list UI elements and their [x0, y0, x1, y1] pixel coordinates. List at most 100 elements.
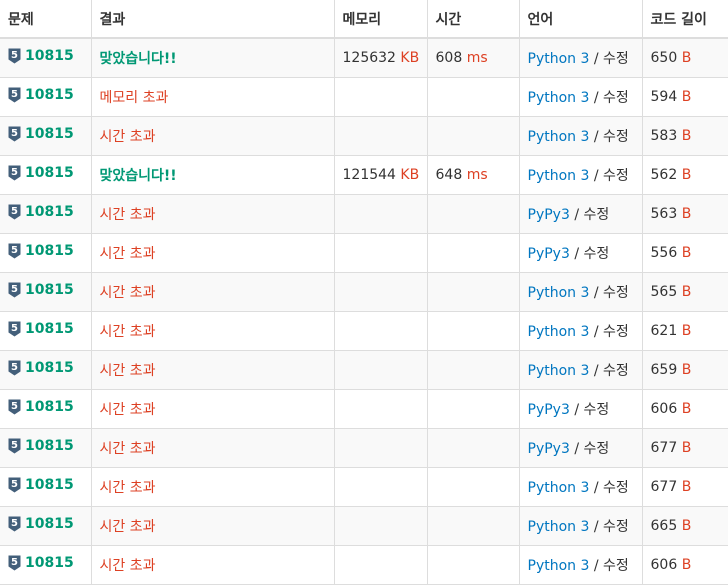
edit-link[interactable]: 수정 — [603, 90, 629, 106]
problem-link[interactable]: 5 10815 — [8, 126, 74, 142]
problem-link[interactable]: 5 10815 — [8, 165, 74, 181]
edit-link[interactable]: 수정 — [603, 519, 629, 535]
language-link[interactable]: Python 3 — [528, 168, 590, 184]
language-cell: Python 3 / 수정 — [518, 155, 643, 195]
code-length-cell: 606 B — [641, 545, 728, 585]
result-cell: 시간 초과 — [90, 116, 335, 156]
time-cell: 608 ms — [426, 38, 520, 78]
language-link[interactable]: PyPy3 — [528, 246, 570, 262]
edit-link[interactable]: 수정 — [584, 402, 610, 418]
language-separator: / — [593, 285, 599, 301]
result-cell: 시간 초과 — [90, 194, 335, 234]
language-link[interactable]: Python 3 — [528, 519, 590, 535]
problem-link[interactable]: 5 10815 — [8, 438, 74, 454]
result-cell: 시간 초과 — [90, 545, 335, 585]
time-cell — [426, 194, 520, 234]
result-text: 시간 초과 — [99, 285, 156, 301]
code-length-value: 677 — [650, 479, 678, 495]
language-cell: Python 3 / 수정 — [518, 38, 643, 78]
language-link[interactable]: PyPy3 — [528, 207, 570, 223]
language-link[interactable]: Python 3 — [528, 285, 590, 301]
time-cell: 648 ms — [426, 155, 520, 195]
language-link[interactable]: Python 3 — [528, 324, 590, 340]
code-length-value: 565 — [650, 284, 678, 300]
shield-tier-icon: 5 — [8, 204, 21, 220]
language-link[interactable]: Python 3 — [528, 129, 590, 145]
language-separator: / — [574, 246, 580, 262]
code-length-unit: B — [681, 401, 692, 417]
problem-link[interactable]: 5 10815 — [8, 243, 74, 259]
table-row: 5 10815 시간 초과 Python 3 / 수정 665 B — [0, 506, 728, 546]
language-link[interactable]: Python 3 — [528, 558, 590, 574]
code-length-cell: 621 B — [641, 311, 728, 351]
edit-link[interactable]: 수정 — [584, 246, 610, 262]
memory-value: 125632 — [342, 50, 396, 66]
edit-link[interactable]: 수정 — [603, 480, 629, 496]
language-link[interactable]: Python 3 — [528, 90, 590, 106]
edit-link[interactable]: 수정 — [603, 324, 629, 340]
time-cell — [426, 116, 520, 156]
edit-link[interactable]: 수정 — [603, 51, 629, 67]
code-length-unit: B — [681, 518, 692, 534]
problem-link[interactable]: 5 10815 — [8, 321, 74, 337]
code-length-unit: B — [681, 284, 692, 300]
svg-text:5: 5 — [11, 401, 18, 412]
shield-tier-icon: 5 — [8, 321, 21, 337]
problem-link[interactable]: 5 10815 — [8, 555, 74, 571]
table-row: 5 10815 시간 초과 Python 3 / 수정 606 B — [0, 545, 728, 585]
result-text: 맞았습니다!! — [99, 168, 177, 184]
problem-link[interactable]: 5 10815 — [8, 282, 74, 298]
memory-cell — [333, 233, 428, 273]
time-cell — [426, 506, 520, 546]
shield-tier-icon: 5 — [8, 477, 21, 493]
edit-link[interactable]: 수정 — [584, 441, 610, 457]
language-link[interactable]: Python 3 — [528, 363, 590, 379]
memory-cell — [333, 311, 428, 351]
edit-link[interactable]: 수정 — [603, 168, 629, 184]
problem-id: 10815 — [25, 360, 74, 376]
problem-id: 10815 — [25, 243, 74, 259]
svg-text:5: 5 — [11, 557, 18, 568]
result-text: 시간 초과 — [99, 246, 156, 262]
problem-id: 10815 — [25, 87, 74, 103]
result-text: 시간 초과 — [99, 558, 156, 574]
problem-link[interactable]: 5 10815 — [8, 87, 74, 103]
svg-text:5: 5 — [11, 50, 18, 61]
problem-id: 10815 — [25, 165, 74, 181]
problem-link[interactable]: 5 10815 — [8, 48, 74, 64]
language-cell: PyPy3 / 수정 — [518, 233, 643, 273]
header-result: 결과 — [90, 0, 335, 39]
code-length-unit: B — [681, 206, 692, 222]
header-time: 시간 — [426, 0, 520, 39]
edit-link[interactable]: 수정 — [603, 363, 629, 379]
edit-link[interactable]: 수정 — [584, 207, 610, 223]
language-separator: / — [593, 90, 599, 106]
edit-link[interactable]: 수정 — [603, 558, 629, 574]
result-text: 메모리 초과 — [99, 90, 169, 106]
memory-cell: 121544 KB — [333, 155, 428, 195]
time-unit: ms — [466, 50, 488, 66]
code-length-value: 665 — [650, 518, 678, 534]
edit-link[interactable]: 수정 — [603, 129, 629, 145]
language-link[interactable]: Python 3 — [528, 480, 590, 496]
code-length-value: 621 — [650, 323, 678, 339]
problem-link[interactable]: 5 10815 — [8, 399, 74, 415]
problem-link[interactable]: 5 10815 — [8, 477, 74, 493]
edit-link[interactable]: 수정 — [603, 285, 629, 301]
language-link[interactable]: PyPy3 — [528, 441, 570, 457]
language-cell: Python 3 / 수정 — [518, 467, 643, 507]
language-cell: Python 3 / 수정 — [518, 506, 643, 546]
shield-tier-icon: 5 — [8, 165, 21, 181]
problem-cell: 5 10815 — [0, 233, 92, 273]
time-cell — [426, 350, 520, 390]
submission-rows: 5 10815 맞았습니다!! 125632 KB 608 ms Python … — [0, 38, 728, 585]
problem-cell: 5 10815 — [0, 38, 92, 78]
problem-link[interactable]: 5 10815 — [8, 204, 74, 220]
memory-cell — [333, 116, 428, 156]
problem-link[interactable]: 5 10815 — [8, 360, 74, 376]
shield-tier-icon: 5 — [8, 516, 21, 532]
problem-link[interactable]: 5 10815 — [8, 516, 74, 532]
code-length-unit: B — [681, 89, 692, 105]
language-link[interactable]: PyPy3 — [528, 402, 570, 418]
language-link[interactable]: Python 3 — [528, 51, 590, 67]
